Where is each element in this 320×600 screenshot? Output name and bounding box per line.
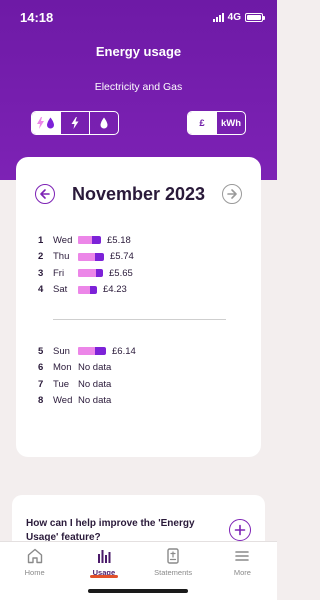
electricity-bar: [78, 236, 92, 245]
electricity-bar: [78, 285, 90, 294]
electricity-bar: [78, 269, 96, 278]
home-icon: [27, 548, 42, 564]
usage-bar: [78, 252, 104, 261]
gas-bar: [95, 347, 106, 356]
next-month-button[interactable]: [222, 184, 242, 204]
page-title: Energy usage: [95, 44, 182, 59]
day-row[interactable]: 6 Mon No data: [38, 360, 136, 377]
fuel-option-gas[interactable]: [90, 112, 118, 134]
fuel-option-electricity-and-gas[interactable]: [32, 112, 61, 134]
feedback-add-button[interactable]: [229, 519, 251, 541]
gas-bar: [95, 252, 104, 261]
day-cost: £5.18: [107, 234, 131, 246]
usage-bar: [78, 285, 97, 294]
usage-bar: [78, 269, 103, 278]
day-row[interactable]: 8 Wed No data: [38, 393, 136, 410]
tab-more[interactable]: More: [208, 542, 277, 600]
gas-bar: [92, 236, 101, 245]
statements-icon: [167, 548, 179, 564]
day-cost: £5.65: [109, 267, 133, 279]
header: 14:18 4G Energy usage Electricity and Ga…: [0, 0, 277, 180]
fuel-toggle: [31, 111, 119, 135]
day-row[interactable]: 5 Sun £6.14: [38, 343, 136, 360]
gas-bar: [90, 285, 97, 294]
active-tab-indicator: [89, 575, 118, 578]
day-name: Wed: [53, 395, 73, 407]
home-indicator: [88, 589, 188, 593]
gas-bar: [96, 269, 103, 278]
day-name: Sun: [53, 345, 70, 357]
status-time: 14:18: [20, 9, 54, 25]
fuel-option-electricity[interactable]: [61, 112, 90, 134]
day-cost: £4.23: [103, 284, 127, 296]
day-number: 3: [38, 267, 44, 279]
network-label: 4G: [227, 11, 241, 23]
day-number: 6: [38, 362, 44, 374]
electricity-and-gas-icon: [37, 117, 54, 129]
usage-bar: [78, 347, 106, 356]
day-row[interactable]: 1 Wed £5.18: [38, 232, 134, 249]
usage-icon: [97, 550, 111, 563]
week-2-list: 5 Sun £6.14 6 Mon No data 7 Tue No data 8 Wed No da…: [38, 343, 136, 409]
day-row[interactable]: 2 Thu £5.74: [38, 249, 134, 266]
tab-home-label: Home: [24, 568, 45, 577]
plus-icon: [234, 524, 246, 536]
day-number: 7: [38, 378, 44, 390]
arrow-right-icon: [227, 189, 237, 199]
week-divider: [53, 319, 226, 320]
day-number: 4: [38, 284, 44, 296]
usage-bar: [78, 236, 101, 245]
more-icon: [235, 551, 250, 561]
electricity-icon: [71, 117, 79, 129]
day-cost: No data: [78, 378, 112, 390]
day-number: 5: [38, 345, 44, 357]
day-name: Thu: [53, 251, 70, 263]
unit-option-kwh[interactable]: kWh: [216, 112, 245, 134]
day-cost: No data: [78, 395, 112, 407]
day-number: 2: [38, 251, 44, 263]
page-subtitle: Electricity and Gas: [94, 81, 183, 93]
day-name: Fri: [53, 267, 65, 279]
signal-icon: [212, 12, 224, 22]
electricity-bar: [78, 252, 95, 261]
status-bar: 14:18 4G: [0, 0, 277, 34]
day-name: Wed: [53, 234, 73, 246]
tab-more-label: More: [233, 568, 251, 577]
day-number: 8: [38, 395, 44, 407]
day-row[interactable]: 7 Tue No data: [38, 376, 136, 393]
battery-icon: [245, 12, 265, 22]
tab-home[interactable]: Home: [0, 542, 69, 600]
arrow-left-icon: [40, 189, 50, 199]
day-row[interactable]: 3 Fri £5.65: [38, 265, 134, 282]
electricity-bar: [78, 347, 95, 356]
status-indicators: 4G: [212, 11, 265, 23]
day-name: Mon: [53, 362, 72, 374]
week-1-list: 1 Wed £5.18 2 Thu £5.74 3 Fri £5.65 4 Sat £4.23: [38, 232, 134, 298]
day-number: 1: [38, 234, 44, 246]
usage-card: November 2023 1 Wed £5.18 2 Thu £5.74 3 Fri £5.6…: [16, 157, 261, 457]
month-navigation: November 2023: [16, 181, 261, 207]
unit-toggle: £ kWh: [187, 111, 246, 135]
gas-flame-icon: [100, 117, 108, 129]
day-row[interactable]: 4 Sat £4.23: [38, 282, 134, 299]
previous-month-button[interactable]: [35, 184, 55, 204]
day-cost: No data: [78, 362, 112, 374]
unit-option-pounds[interactable]: £: [188, 112, 216, 134]
day-name: Sat: [53, 284, 68, 296]
tab-statements-label: Statements: [154, 568, 193, 577]
day-name: Tue: [53, 378, 70, 390]
day-cost: £5.74: [110, 251, 134, 263]
day-cost: £6.14: [112, 345, 136, 357]
